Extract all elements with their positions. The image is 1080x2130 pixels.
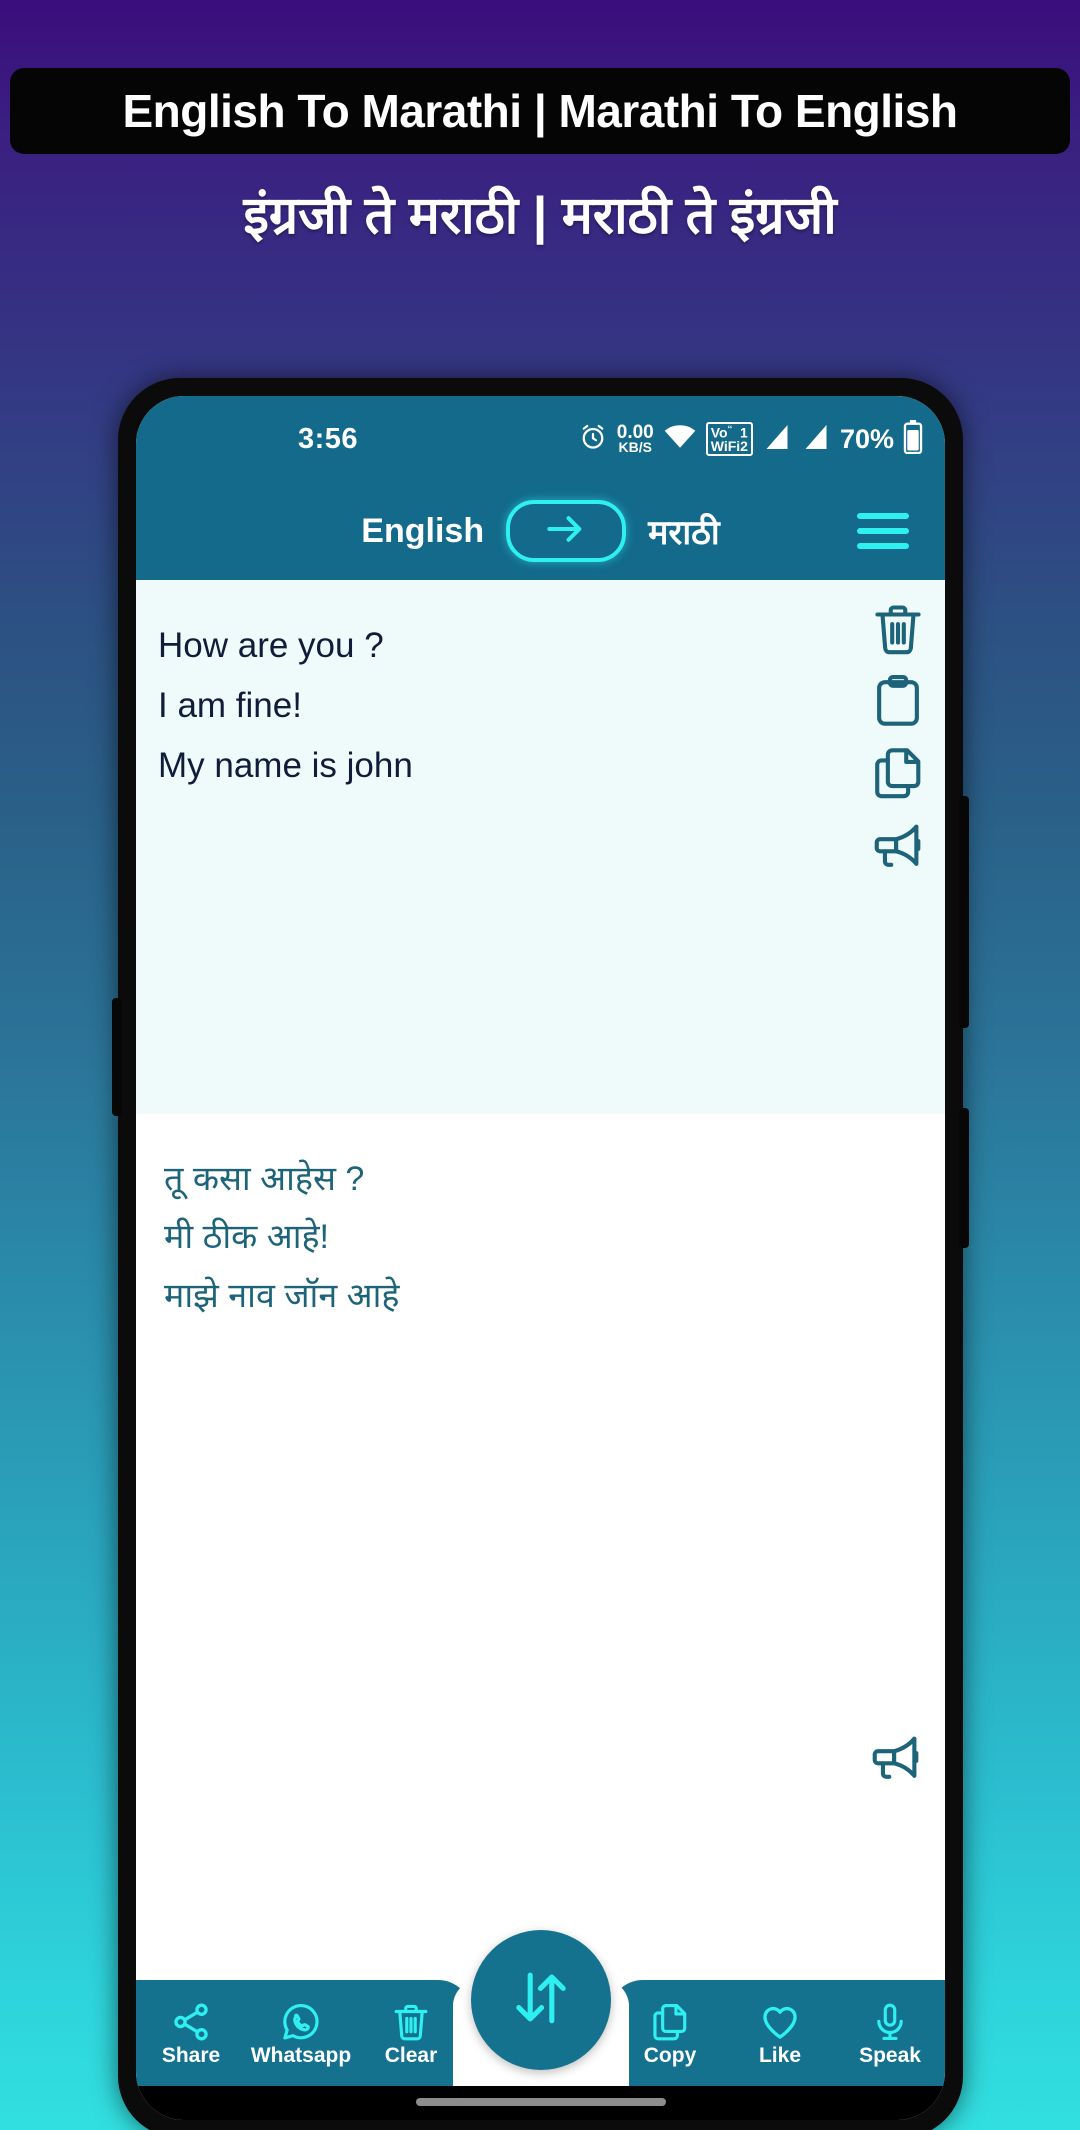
promo-subtitle-text: इंग्रजी ते मराठी | मराठी ते इंग्रजी (243, 187, 837, 245)
vowifi-icon: Vo‘‘ 1 WiFi2 (705, 421, 753, 457)
share-button[interactable]: Share (139, 2001, 243, 2066)
phone-screen: 3:56 0.00 KB/S Vo‘‘ 1 WiFi2 70% English … (136, 396, 945, 2120)
target-language-button[interactable]: मराठी (648, 508, 720, 554)
status-bar-icons: 0.00 KB/S Vo‘‘ 1 WiFi2 70% (578, 419, 923, 459)
share-icon (170, 2001, 212, 2043)
speak-icon[interactable] (867, 1728, 925, 1786)
microphone-icon (869, 2001, 911, 2043)
copy-icon (649, 2001, 691, 2043)
phone-device-frame: 3:56 0.00 KB/S Vo‘‘ 1 WiFi2 70% English … (112, 378, 969, 2130)
promo-title-banner: English To Marathi | Marathi To English (10, 68, 1070, 154)
source-text-area[interactable]: How are you ? I am fine! My name is john (136, 580, 945, 1114)
promo-screenshot: English To Marathi | Marathi To English … (0, 0, 1080, 2130)
speak-button[interactable]: Speak (838, 2001, 942, 2066)
copy-button[interactable]: Copy (618, 2001, 722, 2066)
copy-icon[interactable] (869, 744, 927, 802)
status-bar: 3:56 0.00 KB/S Vo‘‘ 1 WiFi2 70% (136, 396, 945, 482)
app-toolbar: English मराठी (136, 482, 945, 580)
source-action-icons (869, 600, 927, 874)
bottom-bar-left-group: Share Whatsapp Clear (136, 1980, 472, 2086)
language-direction-button[interactable] (506, 500, 627, 562)
source-language-button[interactable]: English (361, 512, 484, 551)
translated-text-area[interactable]: तू कसा आहेस ? मी ठीक आहे! माझे नाव जॉन आ… (136, 1114, 945, 1814)
heart-icon (759, 2001, 801, 2043)
network-speed-unit: KB/S (618, 439, 652, 456)
status-bar-clock: 3:56 (298, 422, 359, 455)
arrow-right-icon (541, 514, 591, 549)
promo-title-text: English To Marathi | Marathi To English (122, 85, 958, 137)
delete-icon[interactable] (869, 600, 927, 658)
signal-bars-icon (762, 423, 792, 456)
navigation-strip (136, 2086, 945, 2120)
alarm-icon (578, 422, 608, 457)
phone-left-button[interactable] (112, 998, 122, 1116)
clear-label: Clear (384, 2043, 438, 2067)
swap-vertical-icon (505, 1962, 577, 2039)
clear-button[interactable]: Clear (359, 2001, 463, 2066)
phone-volume-button[interactable] (959, 796, 969, 1028)
signal-bars-icon (801, 423, 831, 456)
battery-icon (903, 419, 923, 459)
paste-icon[interactable] (869, 672, 927, 730)
hamburger-menu-icon[interactable] (857, 513, 909, 549)
bottom-bar-right-group: Copy Like Speak (609, 1980, 945, 2086)
bottom-action-bar: Share Whatsapp Clear Copy Like Speak (136, 1930, 945, 2086)
battery-percent-label: 70% (839, 423, 894, 454)
swap-languages-fab[interactable] (470, 1930, 611, 2070)
speak-icon[interactable] (869, 816, 927, 874)
like-label: Like (758, 2043, 802, 2067)
whatsapp-button[interactable]: Whatsapp (249, 2001, 353, 2066)
network-speed-indicator: 0.00 KB/S (617, 423, 654, 456)
speak-label: Speak (859, 2043, 921, 2067)
translated-text-value: तू कसा आहेस ? मी ठीक आहे! माझे नाव जॉन आ… (164, 1160, 400, 1315)
share-label: Share (161, 2043, 221, 2067)
home-indicator[interactable] (415, 2098, 666, 2106)
copy-label: Copy (643, 2043, 697, 2067)
whatsapp-label: Whatsapp (250, 2043, 352, 2067)
phone-power-button[interactable] (959, 1108, 969, 1248)
trash-icon (390, 2001, 432, 2043)
whatsapp-icon (280, 2001, 322, 2043)
source-text-value[interactable]: How are you ? I am fine! My name is john (158, 616, 825, 797)
wifi-icon (663, 424, 697, 455)
like-button[interactable]: Like (728, 2001, 832, 2066)
